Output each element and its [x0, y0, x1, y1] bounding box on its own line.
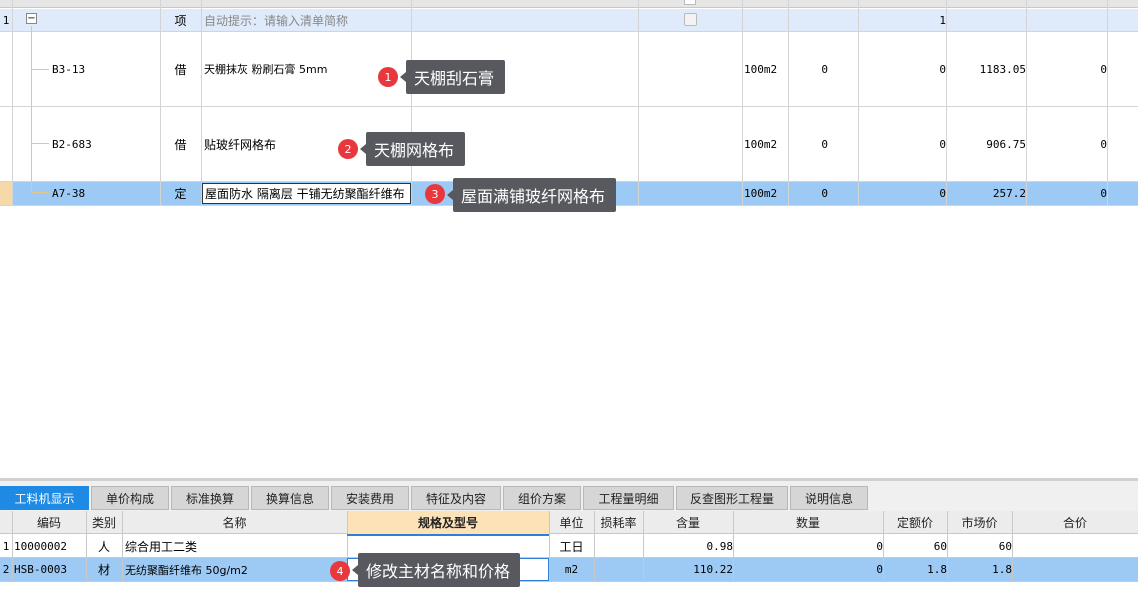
- row-2-type: 借: [174, 62, 187, 77]
- tab-conversion-info[interactable]: 换算信息: [251, 486, 329, 510]
- bh-qty[interactable]: 数量: [733, 511, 883, 534]
- bh-unit[interactable]: 单位: [549, 511, 594, 534]
- tab-standard-conversion[interactable]: 标准换算: [171, 486, 249, 510]
- br-2-name[interactable]: 无纺聚酯纤维布 50g/m2: [125, 558, 345, 581]
- row-4-c3: 257.2: [992, 187, 1026, 200]
- tab-install-fee[interactable]: 安装费用: [331, 486, 409, 510]
- callout-text-4: 修改主材名称和价格: [352, 553, 520, 587]
- row-4-unit: 100m2: [744, 187, 778, 200]
- row-4-c1: 0: [821, 187, 828, 200]
- row-2-c2: 0: [939, 62, 946, 76]
- bh-type[interactable]: 类别: [86, 511, 122, 534]
- br-2-price: 1.8: [927, 563, 947, 576]
- row-1-checkbox[interactable]: [684, 13, 697, 26]
- row-2-c1: 0: [821, 62, 828, 76]
- br-1-spec-edit-underline: [347, 534, 549, 536]
- row-2-code[interactable]: B3-13: [52, 32, 158, 106]
- row-3-unit: 100m2: [744, 137, 778, 151]
- row-1-index: 1: [2, 13, 10, 27]
- row-1-type: 项: [174, 13, 187, 28]
- br-2-qty: 0: [876, 563, 883, 576]
- row-4-code[interactable]: A7-38: [52, 182, 158, 205]
- bh-name[interactable]: 名称: [122, 511, 347, 534]
- br-2-market[interactable]: 1.8: [947, 558, 1018, 581]
- callout-text-1: 天棚刮石膏: [400, 60, 505, 94]
- row-2-unit: 100m2: [744, 62, 778, 76]
- top-header-strip: [0, 0, 1138, 8]
- bh-total[interactable]: 合价: [1012, 511, 1138, 534]
- bh-loss[interactable]: 损耗率: [594, 511, 643, 534]
- tab-features[interactable]: 特征及内容: [411, 486, 501, 510]
- row-3-c1: 0: [821, 137, 828, 151]
- br-2-code[interactable]: HSB-0003: [14, 558, 86, 581]
- tree-line-vertical: [31, 26, 32, 192]
- br-1-index: 1: [2, 539, 10, 553]
- br-1-code[interactable]: 10000002: [14, 535, 86, 557]
- bh-market[interactable]: 市场价: [947, 511, 1012, 534]
- tree-line-1: [31, 69, 49, 70]
- br-2-index: 2: [2, 563, 10, 576]
- tab-description[interactable]: 说明信息: [790, 486, 868, 510]
- callout-badge-1: 1: [378, 67, 398, 87]
- br-2-unit: m2: [564, 563, 579, 576]
- row-3-type: 借: [174, 137, 187, 152]
- bh-price[interactable]: 定额价: [883, 511, 947, 534]
- bh-content[interactable]: 含量: [643, 511, 733, 534]
- br-1-qty: 0: [876, 539, 883, 553]
- row-4-type: 定: [174, 187, 187, 201]
- row-2-c4: 0: [1100, 62, 1107, 76]
- tab-material-display[interactable]: 工料机显示: [0, 486, 89, 510]
- br-2-type: 材: [97, 563, 110, 577]
- bh-code[interactable]: 编码: [12, 511, 86, 534]
- tab-reverse-check[interactable]: 反查图形工程量: [676, 486, 788, 510]
- collapse-icon[interactable]: −: [26, 13, 37, 24]
- row-1-name[interactable]: 自动提示：请输入清单简称: [204, 9, 409, 31]
- callout-text-3: 屋面满铺玻纤网格布: [447, 178, 616, 212]
- br-2-content[interactable]: 110.22: [643, 558, 739, 581]
- tab-quantity-detail[interactable]: 工程量明细: [583, 486, 674, 510]
- tab-pricing-plan[interactable]: 组价方案: [503, 486, 581, 510]
- callout-badge-2: 2: [338, 139, 358, 159]
- row-3-c3: 906.75: [986, 137, 1026, 151]
- br-1-unit: 工日: [559, 539, 584, 554]
- callout-badge-4: 4: [330, 561, 350, 581]
- br-1-name[interactable]: 综合用工二类: [125, 535, 345, 557]
- br-1-price: 60: [933, 539, 947, 553]
- row-4-c4: 0: [1100, 187, 1107, 200]
- bh-spec[interactable]: 规格及型号: [347, 511, 549, 534]
- tab-unit-price[interactable]: 单价构成: [91, 486, 169, 510]
- row-3-code[interactable]: B2-683: [52, 107, 158, 181]
- row-4-c2: 0: [939, 187, 946, 200]
- row-2-c3: 1183.05: [979, 62, 1026, 76]
- row-selected-marker: [0, 182, 12, 205]
- row-3-c4: 0: [1100, 137, 1107, 151]
- tree-line-3: [31, 192, 49, 193]
- br-1-type: 人: [97, 539, 110, 554]
- row-2-name[interactable]: 天棚抹灰 粉刷石膏 5mm: [204, 32, 409, 106]
- br-1-content[interactable]: 0.98: [643, 535, 739, 557]
- br-1-market[interactable]: 60: [947, 535, 1018, 557]
- row-4-name-editor[interactable]: 屋面防水 隔离层 干铺无纺聚酯纤维布: [202, 183, 411, 204]
- callout-badge-3: 3: [425, 184, 445, 204]
- tree-line-2: [31, 143, 49, 144]
- row-1-c2: 1: [939, 13, 946, 27]
- row-3-c2: 0: [939, 137, 946, 151]
- header-checkbox-icon[interactable]: [684, 0, 696, 5]
- callout-text-2: 天棚网格布: [360, 132, 465, 166]
